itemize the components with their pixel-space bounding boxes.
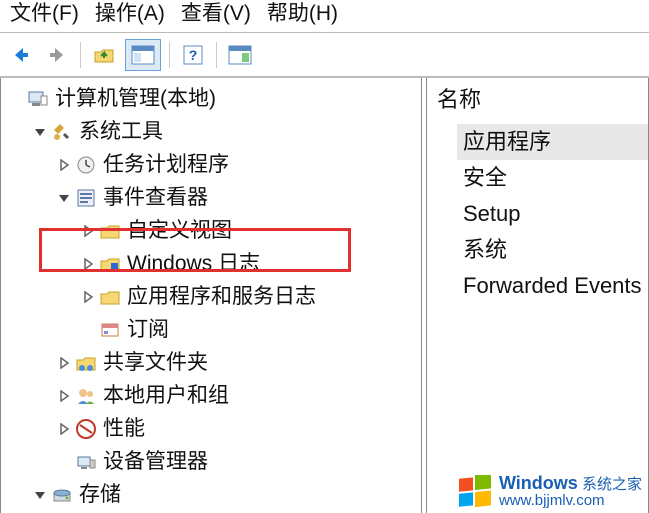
tree-label: 事件查看器 xyxy=(103,181,208,215)
tree-node-storage[interactable]: 存储 xyxy=(31,478,421,511)
tree-label: 应用程序和服务日志 xyxy=(127,280,316,314)
pane-icon xyxy=(228,45,252,65)
svg-text:?: ? xyxy=(189,47,198,63)
tree-label: 任务计划程序 xyxy=(103,148,229,182)
detail-pane: 名称 应用程序 安全 Setup 系统 Forwarded Events Win… xyxy=(426,78,649,513)
watermark-url: www.bjjmlv.com xyxy=(499,493,642,509)
expand-icon[interactable] xyxy=(55,354,73,372)
column-header-name[interactable]: 名称 xyxy=(427,78,648,122)
tree-label: 计算机管理(本地) xyxy=(55,82,216,116)
tree-node-subscriptions[interactable]: 订阅 xyxy=(79,313,421,346)
log-list: 应用程序 安全 Setup 系统 Forwarded Events xyxy=(427,122,648,304)
up-folder-button[interactable] xyxy=(89,40,119,70)
help-icon: ? xyxy=(182,44,204,66)
tree-label: 性能 xyxy=(103,412,145,446)
watermark-title: Windows xyxy=(499,473,578,493)
collapse-icon[interactable] xyxy=(31,123,49,141)
toolbar-separator xyxy=(80,42,81,68)
list-item[interactable]: 应用程序 xyxy=(457,124,648,160)
expand-icon[interactable] xyxy=(55,156,73,174)
tree-node-shared-folders[interactable]: 共享文件夹 xyxy=(55,346,421,379)
computer-mgmt-icon xyxy=(27,88,49,110)
menu-help[interactable]: 帮助(H) xyxy=(265,2,340,26)
properties-button[interactable] xyxy=(125,39,161,71)
tree-node-performance[interactable]: 性能 xyxy=(55,412,421,445)
watermark: Windows 系统之家 www.bjjmlv.com xyxy=(457,475,642,511)
folder-icon xyxy=(99,253,121,275)
folder-up-icon xyxy=(93,44,115,66)
users-icon xyxy=(75,385,97,407)
tree-label: 本地用户和组 xyxy=(103,379,229,413)
tree-node-app-services-logs[interactable]: 应用程序和服务日志 xyxy=(79,280,421,313)
tree-node-event-viewer[interactable]: 事件查看器 xyxy=(55,181,421,214)
watermark-subtitle: 系统之家 xyxy=(582,476,642,493)
menu-file[interactable]: 文件(F) xyxy=(8,2,81,26)
menu-action[interactable]: 操作(A) xyxy=(93,2,167,26)
expand-icon[interactable] xyxy=(79,255,97,273)
clock-icon xyxy=(75,154,97,176)
tree-node-custom-views[interactable]: 自定义视图 xyxy=(79,214,421,247)
arrow-left-icon xyxy=(10,44,32,66)
tree-label: 订阅 xyxy=(127,313,169,347)
tree-node-local-users[interactable]: 本地用户和组 xyxy=(55,379,421,412)
showhide-pane-button[interactable] xyxy=(225,40,255,70)
help-button[interactable]: ? xyxy=(178,40,208,70)
list-item[interactable]: Setup xyxy=(457,196,648,232)
list-item[interactable]: 系统 xyxy=(457,232,648,268)
toolbar: ? xyxy=(0,33,649,77)
subscription-icon xyxy=(99,319,121,341)
list-item[interactable]: 安全 xyxy=(457,160,648,196)
nav-tree[interactable]: 计算机管理(本地) 系统工具 xyxy=(1,78,421,513)
toolbar-separator xyxy=(169,42,170,68)
nav-forward-button[interactable] xyxy=(42,40,72,70)
window-icon xyxy=(131,45,155,65)
storage-icon xyxy=(51,484,73,506)
toolbar-separator xyxy=(216,42,217,68)
tree-label: 存储 xyxy=(79,478,121,512)
shared-folder-icon xyxy=(75,352,97,374)
tree-label: 系统工具 xyxy=(79,115,163,149)
collapse-icon[interactable] xyxy=(31,486,49,504)
expand-icon[interactable] xyxy=(55,387,73,405)
arrow-right-icon xyxy=(46,44,68,66)
device-manager-icon xyxy=(75,451,97,473)
list-item[interactable]: Forwarded Events xyxy=(457,268,648,304)
event-viewer-icon xyxy=(75,187,97,209)
menu-view[interactable]: 查看(V) xyxy=(179,2,253,26)
expand-icon[interactable] xyxy=(55,420,73,438)
tree-node-root[interactable]: 计算机管理(本地) xyxy=(7,82,421,115)
menu-bar: 文件(F) 操作(A) 查看(V) 帮助(H) xyxy=(0,0,649,33)
expand-icon[interactable] xyxy=(79,222,97,240)
tree-label: 设备管理器 xyxy=(103,445,208,479)
tools-icon xyxy=(51,121,73,143)
tree-node-systools[interactable]: 系统工具 xyxy=(31,115,421,148)
tree-pane: 计算机管理(本地) 系统工具 xyxy=(0,78,422,513)
folder-icon xyxy=(99,286,121,308)
tree-label: Windows 日志 xyxy=(127,247,260,281)
collapse-icon[interactable] xyxy=(55,189,73,207)
nav-back-button[interactable] xyxy=(6,40,36,70)
client-area: 计算机管理(本地) 系统工具 xyxy=(0,77,649,513)
tree-label: 共享文件夹 xyxy=(103,346,208,380)
expand-icon[interactable] xyxy=(79,288,97,306)
tree-node-device-manager[interactable]: 设备管理器 xyxy=(55,445,421,478)
tree-node-task-scheduler[interactable]: 任务计划程序 xyxy=(55,148,421,181)
performance-icon xyxy=(75,418,97,440)
windows-logo-icon xyxy=(457,475,493,511)
tree-label: 自定义视图 xyxy=(127,214,232,248)
tree-node-windows-logs[interactable]: Windows 日志 xyxy=(79,247,421,280)
folder-icon xyxy=(99,220,121,242)
